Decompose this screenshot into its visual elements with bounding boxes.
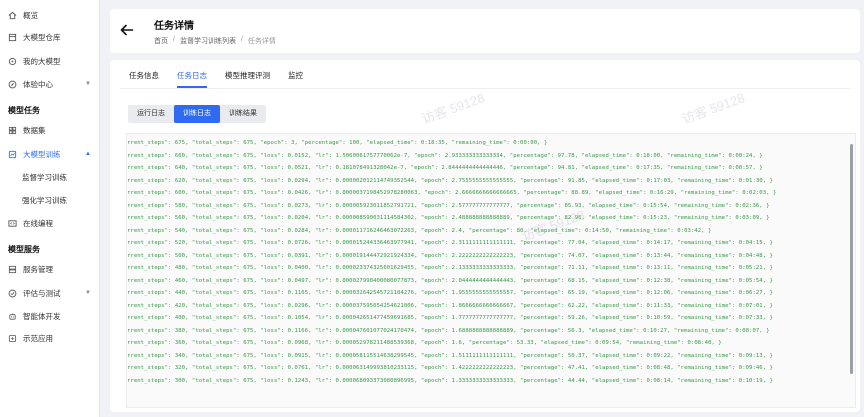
- chevron-down-icon: ▼: [85, 81, 91, 87]
- breadcrumb: 首页 / 监督学习训练列表 / 任务详情: [154, 36, 276, 46]
- page-title: 任务详情: [154, 21, 194, 32]
- log-line: rrent_steps": 600, "total_steps": 675, "…: [127, 190, 777, 196]
- log-line: rrent_steps": 440, "total_steps": 675, "…: [127, 290, 773, 296]
- log-line: rrent_steps": 340, "total_steps": 675, "…: [127, 352, 773, 359]
- sidebar-item-label: 监督学习训练: [22, 172, 67, 182]
- sidebar-item-label: 大模型仓库: [23, 32, 61, 42]
- log-viewer[interactable]: rrent_steps": 675, "total_steps": 675, "…: [126, 133, 856, 408]
- log-line: rrent_steps": 360, "total_steps": 675, "…: [127, 340, 722, 346]
- code-icon: [8, 219, 17, 228]
- chevron-up-icon: ▲: [85, 151, 91, 157]
- sidebar-item-label: 服务管理: [23, 264, 53, 274]
- sidebar-item-label: 在线编程: [23, 218, 53, 228]
- sidebar-item-label: 数据集: [23, 125, 46, 135]
- breadcrumb-current: 任务详情: [247, 38, 276, 45]
- tab-monitor[interactable]: 监控: [279, 68, 312, 88]
- sidebar-item-demo-app[interactable]: 示范应用: [0, 328, 99, 348]
- main-tabs: 任务信息 任务日志 模型推理评测 监控: [120, 68, 312, 88]
- sidebar-item-evaluation[interactable]: 评估与测试 ▼: [0, 283, 99, 303]
- sidebar-item-label: 大模型训练: [23, 149, 61, 159]
- eval-icon: [8, 289, 17, 298]
- sidebar-item-label: 示范应用: [23, 333, 53, 343]
- section-title-tasks: 模型任务: [8, 106, 40, 115]
- back-arrow-icon[interactable]: [120, 23, 134, 37]
- log-line: rrent_steps": 620, "total_steps": 675, "…: [127, 177, 773, 184]
- model-icon: [8, 57, 17, 66]
- log-line: rrent_steps": 380, "total_steps": 675, "…: [127, 327, 770, 334]
- chevron-down-icon: ▼: [85, 290, 91, 296]
- breadcrumb-separator: /: [173, 36, 175, 43]
- log-line: rrent_steps": 400, "total_steps": 675, "…: [127, 315, 773, 321]
- content-card: 任务信息 任务日志 模型推理评测 监控 运行日志 训练日志 训练结果 rrent…: [110, 60, 860, 412]
- log-line: rrent_steps": 580, "total_steps": 675, "…: [127, 202, 770, 209]
- app-icon: [8, 334, 17, 343]
- breadcrumb-list[interactable]: 监督学习训练列表: [180, 36, 236, 46]
- log-line: rrent_steps": 520, "total_steps": 675, "…: [127, 240, 773, 246]
- sidebar-item-experience[interactable]: 体验中心 ▼: [0, 74, 99, 94]
- page-header: 任务详情 首页 / 监督学习训练列表 / 任务详情: [110, 9, 860, 53]
- scrollbar-thumb[interactable]: [850, 144, 853, 374]
- sidebar-item-service-mgmt[interactable]: 服务管理: [0, 259, 99, 279]
- log-line: rrent_steps": 460, "total_steps": 675, "…: [127, 277, 773, 284]
- tab-task-log[interactable]: 任务日志: [168, 68, 216, 88]
- sidebar-subitem-supervised[interactable]: 监督学习训练: [0, 167, 99, 187]
- compass-icon: [8, 80, 17, 89]
- log-line: rrent_steps": 420, "total_steps": 675, "…: [127, 302, 773, 309]
- sidebar-item-datasets[interactable]: 数据集: [0, 120, 99, 140]
- log-line: rrent_steps": 500, "total_steps": 675, "…: [127, 252, 773, 259]
- log-line: rrent_steps": 540, "total_steps": 675, "…: [127, 227, 712, 234]
- sidebar-item-label: 概览: [23, 10, 38, 20]
- log-line: rrent_steps": 320, "total_steps": 675, "…: [127, 365, 773, 371]
- tab-divider: [120, 88, 850, 89]
- log-type-switch: 运行日志 训练日志 训练结果: [128, 105, 266, 123]
- sidebar-subitem-rl[interactable]: 强化学习训练: [0, 190, 99, 210]
- log-line: rrent_steps": 560, "total_steps": 675, "…: [127, 215, 770, 221]
- breadcrumb-home[interactable]: 首页: [154, 36, 168, 46]
- sidebar-item-label: 评估与测试: [23, 288, 61, 298]
- sidebar-item-my-models[interactable]: 我的大模型: [0, 51, 99, 71]
- log-line: rrent_steps": 300, "total_steps": 675, "…: [127, 377, 773, 384]
- log-line: rrent_steps": 480, "total_steps": 675, "…: [127, 265, 773, 271]
- subtab-training-result[interactable]: 训练结果: [220, 105, 266, 123]
- sidebar-item-training[interactable]: 大模型训练 ▲: [0, 144, 99, 164]
- subtab-training-log[interactable]: 训练日志: [174, 105, 220, 123]
- training-icon: [8, 150, 17, 159]
- sidebar-item-online-coding[interactable]: 在线编程: [0, 213, 99, 233]
- server-icon: [8, 265, 17, 274]
- sidebar-item-label: 智能体开发: [23, 311, 61, 321]
- sidebar-item-overview[interactable]: 概览: [0, 5, 99, 25]
- box-icon: [8, 33, 17, 42]
- home-icon: [8, 11, 17, 20]
- sidebar-item-model-repo[interactable]: 大模型仓库: [0, 27, 99, 47]
- grid-icon: [8, 126, 17, 135]
- section-title-services: 模型服务: [8, 245, 40, 254]
- log-line: rrent_steps": 675, "total_steps": 675, "…: [127, 140, 548, 146]
- log-line: rrent_steps": 660, "total_steps": 675, "…: [127, 152, 763, 159]
- sidebar-item-agent-dev[interactable]: 智能体开发: [0, 306, 99, 326]
- sidebar: 概览 大模型仓库 我的大模型 体验中心 ▼ 模型任务 数据集 大模型训练 ▲ 监…: [0, 0, 100, 417]
- tab-task-info[interactable]: 任务信息: [120, 68, 168, 88]
- main-area: 任务详情 首页 / 监督学习训练列表 / 任务详情 任务信息 任务日志 模型推理…: [100, 0, 864, 417]
- tab-inference-eval[interactable]: 模型推理评测: [216, 68, 279, 88]
- sidebar-item-label: 强化学习训练: [22, 195, 67, 205]
- sidebar-item-label: 我的大模型: [23, 56, 61, 66]
- sidebar-item-label: 体验中心: [23, 79, 53, 89]
- subtab-run-log[interactable]: 运行日志: [128, 105, 174, 123]
- log-line: rrent_steps": 640, "total_steps": 675, "…: [127, 165, 763, 171]
- agent-icon: [8, 312, 17, 321]
- breadcrumb-separator: /: [240, 36, 243, 43]
